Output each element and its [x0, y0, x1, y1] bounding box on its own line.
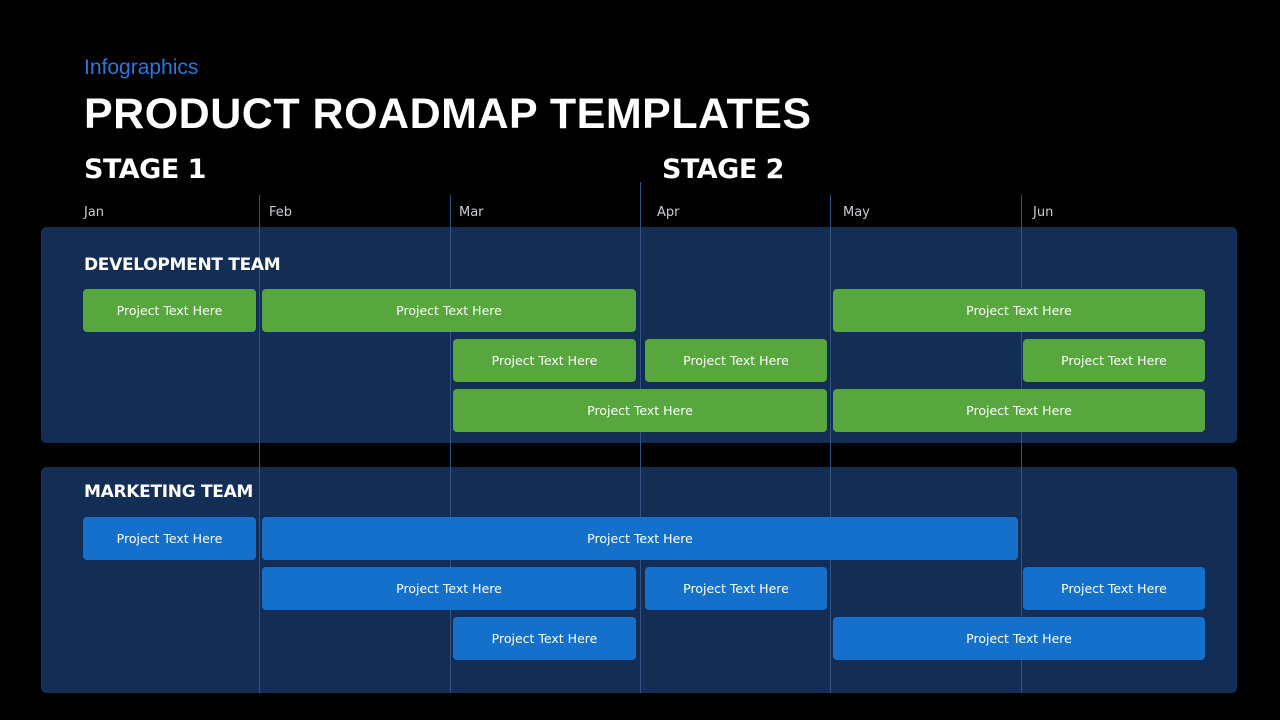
marketing-task-bar[interactable]: Project Text Here	[453, 617, 636, 660]
marketing-task-bar[interactable]: Project Text Here	[262, 567, 636, 610]
stage-1-label: STAGE 1	[84, 154, 206, 185]
stage-2-label: STAGE 2	[662, 154, 784, 185]
development-task-bar[interactable]: Project Text Here	[833, 289, 1205, 332]
development-task-bar[interactable]: Project Text Here	[1023, 339, 1205, 382]
month-label-feb: Feb	[269, 205, 293, 220]
marketing-task-bar[interactable]: Project Text Here	[645, 567, 827, 610]
month-label-jan: Jan	[84, 205, 105, 220]
page-title: PRODUCT ROADMAP TEMPLATES	[84, 90, 812, 138]
marketing-task-bar[interactable]: Project Text Here	[1023, 567, 1205, 610]
subtitle: Infographics	[84, 56, 199, 79]
month-divider	[450, 195, 451, 693]
development-task-bar[interactable]: Project Text Here	[262, 289, 636, 332]
month-label-may: May	[843, 205, 870, 220]
stage-divider	[640, 182, 641, 693]
development-task-bar[interactable]: Project Text Here	[453, 339, 636, 382]
marketing-task-bar[interactable]: Project Text Here	[833, 617, 1205, 660]
marketing-team-heading: MARKETING TEAM	[84, 482, 254, 502]
development-task-bar[interactable]: Project Text Here	[83, 289, 256, 332]
month-label-apr: Apr	[657, 205, 680, 220]
marketing-task-bar[interactable]: Project Text Here	[262, 517, 1018, 560]
development-task-bar[interactable]: Project Text Here	[833, 389, 1205, 432]
development-task-bar[interactable]: Project Text Here	[645, 339, 827, 382]
development-team-heading: DEVELOPMENT TEAM	[84, 255, 281, 275]
month-divider	[830, 195, 831, 693]
marketing-task-bar[interactable]: Project Text Here	[83, 517, 256, 560]
month-label-jun: Jun	[1033, 205, 1054, 220]
month-label-mar: Mar	[459, 205, 484, 220]
development-task-bar[interactable]: Project Text Here	[453, 389, 827, 432]
